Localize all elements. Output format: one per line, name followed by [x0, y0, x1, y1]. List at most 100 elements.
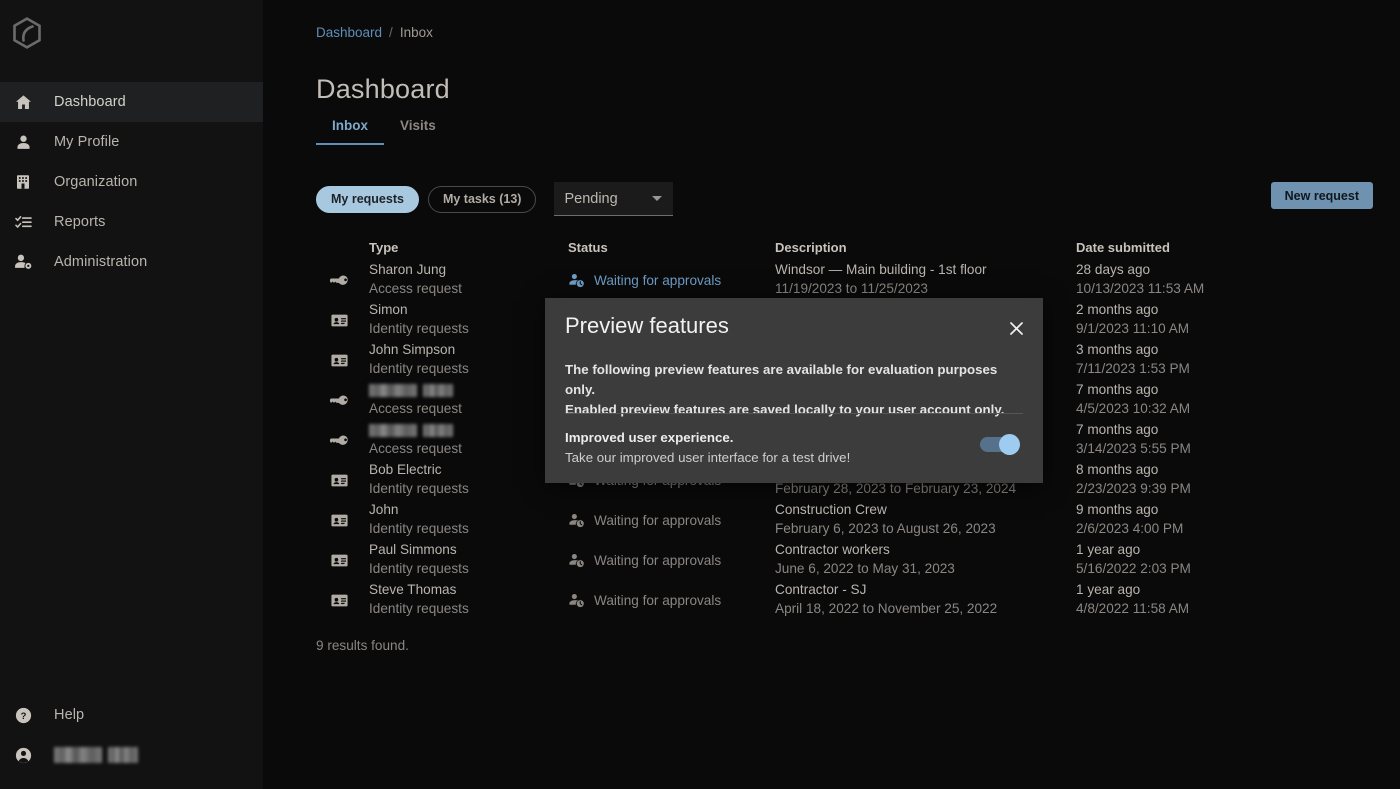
column-header-status: Status	[568, 240, 608, 255]
chip-my-tasks[interactable]: My tasks (13)	[428, 186, 537, 213]
date-relative: 1 year ago	[1076, 580, 1306, 599]
status-filter-select[interactable]: Pending	[554, 182, 673, 216]
svg-text:?: ?	[20, 710, 26, 721]
dialog-paragraph-1: The following preview features are avail…	[565, 360, 1023, 400]
sidebar-item-label: Reports	[54, 214, 105, 230]
cell-type: Bob ElectricIdentity requests	[369, 460, 564, 498]
redaction-block	[423, 424, 453, 437]
cell-description: Contractor workersJune 6, 2022 to May 31…	[775, 540, 1073, 578]
cell-date-submitted: 2 months ago9/1/2023 11:10 AM	[1076, 300, 1306, 338]
description-text: Contractor - SJ	[775, 580, 1073, 599]
request-name: John Simpson	[369, 340, 564, 359]
date-relative: 7 months ago	[1076, 420, 1306, 439]
cell-type: JohnIdentity requests	[369, 500, 564, 538]
dialog-paragraph-2: Enabled preview features are saved local…	[565, 400, 1023, 420]
cell-status: Waiting for approvals	[568, 500, 773, 540]
request-name: John	[369, 500, 564, 519]
id-card-icon	[324, 505, 354, 535]
improved-ux-toggle[interactable]	[980, 437, 1018, 452]
status-label: Waiting for approvals	[594, 553, 721, 568]
app-logo[interactable]	[10, 18, 44, 52]
date-absolute: 9/1/2023 11:10 AM	[1076, 319, 1306, 338]
cell-date-submitted: 7 months ago4/5/2023 10:32 AM	[1076, 380, 1306, 418]
description-text: Contractor workers	[775, 540, 1073, 559]
cell-date-submitted: 1 year ago5/16/2022 2:03 PM	[1076, 540, 1306, 578]
column-header-date: Date submitted	[1076, 240, 1170, 255]
person-clock-icon	[568, 592, 585, 609]
toggle-knob	[999, 434, 1020, 455]
breadcrumb-separator: /	[389, 25, 393, 40]
sidebar-item-help[interactable]: ? Help	[0, 695, 263, 735]
request-kind: Identity requests	[369, 519, 564, 538]
tab-inbox[interactable]: Inbox	[316, 118, 384, 145]
sidebar-item-my-profile[interactable]: My Profile	[0, 122, 263, 162]
dialog-body: The following preview features are avail…	[565, 360, 1023, 420]
cell-type: Access request	[369, 380, 564, 418]
key-icon	[324, 385, 354, 415]
breadcrumb-root-link[interactable]: Dashboard	[316, 25, 382, 40]
person-icon	[10, 129, 36, 155]
table-row[interactable]: Steve ThomasIdentity requests Waiting for…	[316, 580, 1376, 620]
date-relative: 8 months ago	[1076, 460, 1306, 479]
request-kind: Identity requests	[369, 319, 564, 338]
date-relative: 9 months ago	[1076, 500, 1306, 519]
cell-type: Access request	[369, 420, 564, 458]
sidebar: Dashboard My Profile Organization	[0, 0, 263, 789]
request-kind: Identity requests	[369, 359, 564, 378]
chip-my-requests[interactable]: My requests	[316, 186, 419, 213]
status-label: Waiting for approvals	[594, 593, 721, 608]
date-relative: 3 months ago	[1076, 340, 1306, 359]
cell-date-submitted: 7 months ago3/14/2023 5:55 PM	[1076, 420, 1306, 458]
sidebar-item-administration[interactable]: Administration	[0, 242, 263, 282]
person-gear-icon	[10, 249, 36, 275]
sidebar-item-reports[interactable]: Reports	[0, 202, 263, 242]
id-card-icon	[324, 585, 354, 615]
breadcrumb-current: Inbox	[400, 25, 433, 40]
date-absolute: 4/5/2023 10:32 AM	[1076, 399, 1306, 418]
sidebar-item-dashboard[interactable]: Dashboard	[0, 82, 263, 122]
status-label: Waiting for approvals	[594, 273, 721, 288]
request-name: Steve Thomas	[369, 580, 564, 599]
request-kind: Identity requests	[369, 599, 564, 618]
table-row[interactable]: Sharon JungAccess requestWaiting for app…	[316, 260, 1376, 300]
dialog-title: Preview features	[565, 313, 729, 339]
request-name	[369, 420, 564, 439]
page-title: Dashboard	[316, 74, 450, 105]
request-kind: Identity requests	[369, 479, 564, 498]
request-kind: Identity requests	[369, 559, 564, 578]
app-root: Dashboard My Profile Organization	[0, 0, 1400, 789]
cell-type: John SimpsonIdentity requests	[369, 340, 564, 378]
request-kind: Access request	[369, 439, 564, 458]
sidebar-item-account[interactable]	[0, 735, 263, 775]
chevron-down-icon	[652, 196, 662, 201]
table-row[interactable]: JohnIdentity requestsWaiting for approva…	[316, 500, 1376, 540]
cell-type: Steve ThomasIdentity requests	[369, 580, 564, 618]
table-row[interactable]: Paul SimmonsIdentity requests Waiting for…	[316, 540, 1376, 580]
tab-visits[interactable]: Visits	[384, 118, 452, 145]
sidebar-item-organization[interactable]: Organization	[0, 162, 263, 202]
new-request-button[interactable]: New request	[1271, 182, 1373, 209]
request-name: Simon	[369, 300, 564, 319]
date-absolute: 3/14/2023 5:55 PM	[1076, 439, 1306, 458]
request-name: Paul Simmons	[369, 540, 564, 559]
cell-status: Waiting for approvals	[568, 540, 773, 580]
cell-description: Construction CrewFebruary 6, 2023 to Aug…	[775, 500, 1073, 538]
status-filter-value: Pending	[564, 191, 617, 207]
cell-date-submitted: 28 days ago10/13/2023 11:53 AM	[1076, 260, 1306, 298]
id-card-icon	[324, 345, 354, 375]
sidebar-account-name-redacted	[54, 747, 138, 763]
feature-toggle-row: Improved user experience. Take our impro…	[565, 428, 1023, 468]
redaction-block	[369, 424, 417, 437]
feature-texts: Improved user experience. Take our impro…	[565, 428, 980, 468]
cell-description: Contractor - SJApril 18, 2022 to Novembe…	[775, 580, 1073, 618]
description-text: Construction Crew	[775, 500, 1073, 519]
feature-description: Take our improved user interface for a t…	[565, 448, 980, 468]
request-kind: Access request	[369, 279, 564, 298]
description-dates: April 18, 2022 to November 25, 2022	[775, 599, 1073, 618]
hexagon-logo-icon	[12, 17, 42, 54]
description-dates: 11/19/2023 to 11/25/2023	[775, 279, 1073, 298]
column-header-type: Type	[369, 240, 398, 255]
home-icon	[10, 89, 36, 115]
close-icon[interactable]	[1004, 316, 1028, 340]
cell-status: Waiting for approvals	[568, 580, 773, 620]
